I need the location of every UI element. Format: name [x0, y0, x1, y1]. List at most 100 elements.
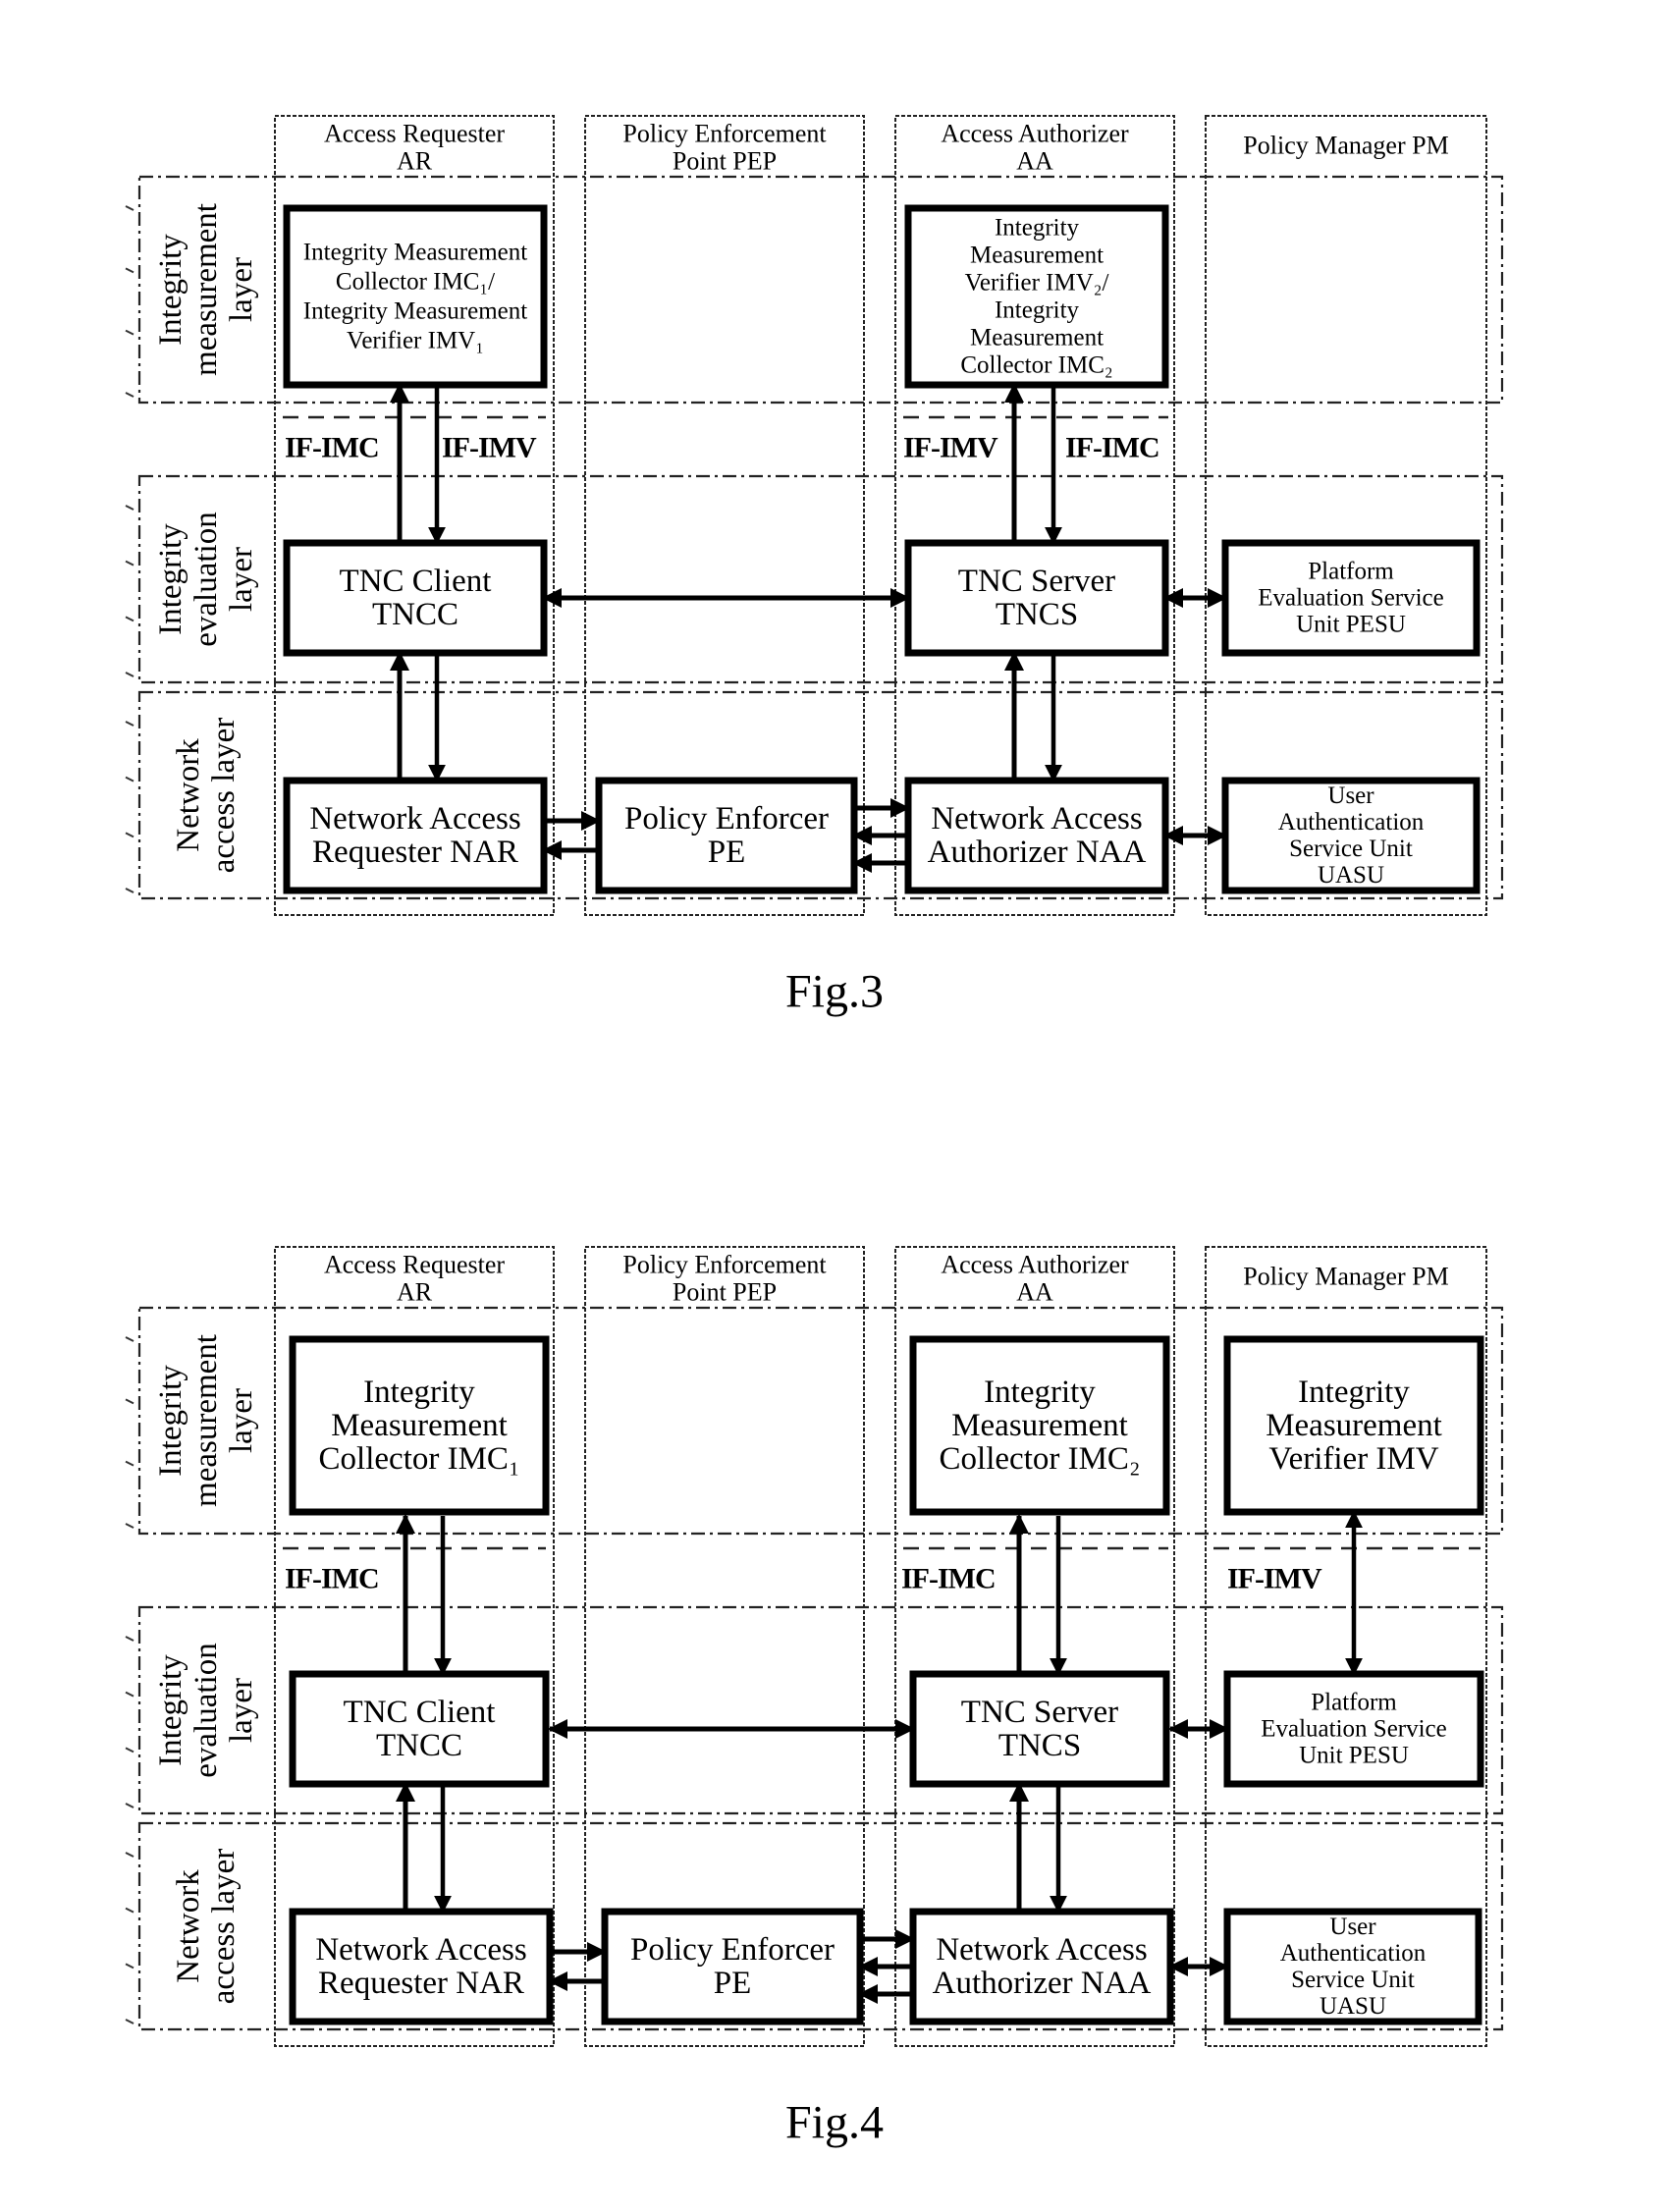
box-imc1-imv1-frame — [283, 204, 548, 389]
box-tncc[interactable]: TNC ClientTNCC — [283, 539, 548, 657]
column-title-ar-line: Access Requester — [324, 120, 505, 148]
column-title-aa-line: Access Authorizer — [941, 1251, 1129, 1279]
box-pesu[interactable]: PlatformEvaluation ServiceUnit PESU — [1223, 1670, 1484, 1788]
box-tncc-label-line: TNC Client — [344, 1695, 496, 1730]
box-nar-label: Network AccessRequester NAR — [315, 1932, 526, 2001]
box-imc1-imv1-label-line: Verifier IMV₁ — [347, 328, 484, 354]
box-pesu-label-line: Unit PESU — [1299, 1743, 1409, 1769]
box-imc2[interactable]: IntegrityMeasurementCollector IMC₂ — [909, 1335, 1170, 1516]
box-naa[interactable]: Network AccessAuthorizer NAA — [904, 777, 1169, 894]
box-nar[interactable]: Network AccessRequester NAR — [283, 777, 548, 894]
box-uasu-label-line: UASU — [1318, 862, 1384, 889]
box-imc1-imv1-label-line: Collector IMC₁/ — [336, 269, 495, 296]
box-naa[interactable]: Network AccessAuthorizer NAA — [909, 1908, 1174, 2025]
margin-tick — [125, 1398, 135, 1405]
column-title-aa: Access AuthorizerAA — [941, 1251, 1129, 1307]
layer-label-evaluation-line: layer — [224, 1678, 259, 1743]
box-uasu-label-line: User — [1329, 1914, 1376, 1940]
box-imc1-label-line: Integrity — [363, 1375, 475, 1410]
interface-label-if-imv-ar: IF-IMV — [442, 432, 537, 464]
margin-tick — [125, 205, 135, 211]
box-pe-label-line: PE — [708, 835, 746, 870]
box-tncs-label-line: TNCS — [996, 597, 1078, 632]
box-imc2-label-line: Collector IMC₂ — [940, 1441, 1141, 1477]
box-imv-label-line: Verifier IMV — [1268, 1441, 1438, 1477]
box-naa-label-line: Network Access — [931, 801, 1142, 836]
box-nar[interactable]: Network AccessRequester NAR — [289, 1908, 554, 2025]
column-title-pep-line: Policy Enforcement — [622, 120, 827, 148]
column-title-pm-line: Policy Manager PM — [1243, 132, 1448, 160]
column-title-pm: Policy Manager PM — [1243, 1263, 1448, 1291]
box-tncc[interactable]: TNC ClientTNCC — [289, 1670, 550, 1788]
box-uasu-label-line: Authentication — [1278, 809, 1425, 836]
box-imv[interactable]: IntegrityMeasurementVerifier IMV — [1223, 1335, 1484, 1516]
margin-tick — [125, 1636, 135, 1642]
figure-3: Access RequesterAR Policy EnforcementPoin… — [125, 115, 1504, 1018]
box-naa-label-line: Network Access — [936, 1932, 1147, 1968]
box-imc2-label-line: Integrity — [984, 1375, 1096, 1410]
layer-label-network-line: Network — [171, 1869, 206, 1983]
box-pesu-label-line: Evaluation Service — [1261, 1716, 1447, 1743]
margin-tick — [125, 1523, 135, 1529]
box-pesu-label-line: Evaluation Service — [1258, 585, 1444, 612]
box-uasu[interactable]: UserAuthenticationService UnitUASU — [1223, 1908, 1482, 2025]
box-tncs-label-line: TNC Server — [961, 1695, 1118, 1730]
layer-label-measurement-line: measurement — [189, 1334, 224, 1507]
box-imv2-imc2[interactable]: IntegrityMeasurementVerifier IMV₂/Integr… — [904, 204, 1169, 389]
column-title-ar-line: AR — [397, 147, 433, 176]
interface-label-if-imc-aa: IF-IMC — [1065, 432, 1159, 464]
box-imc1-imv1[interactable]: Integrity MeasurementCollector IMC₁/Inte… — [283, 204, 548, 389]
box-imc1[interactable]: IntegrityMeasurementCollector IMC₁ — [289, 1335, 550, 1516]
margin-tick — [125, 776, 135, 782]
box-imc1-imv1-label-line: Integrity Measurement — [303, 240, 527, 266]
column-title-pm: Policy Manager PM — [1243, 132, 1448, 160]
box-pe[interactable]: Policy EnforcerPE — [601, 1908, 864, 2025]
column-title-aa-line: AA — [1016, 147, 1053, 176]
margin-tick — [125, 1963, 135, 1969]
margin-tick — [125, 392, 135, 398]
interface-label-if-imc-aa: IF-IMC — [901, 1563, 996, 1595]
margin-tick — [125, 1852, 135, 1858]
box-tncs[interactable]: TNC ServerTNCS — [909, 1670, 1170, 1788]
box-naa-label-line: Authorizer NAA — [928, 835, 1147, 870]
interface-label-if-imv-pm: IF-IMV — [1227, 1563, 1322, 1595]
box-pesu[interactable]: PlatformEvaluation ServiceUnit PESU — [1221, 539, 1481, 657]
box-nar-label-line: Network Access — [315, 1932, 526, 1968]
column-title-pep-line: Policy Enforcement — [622, 1251, 827, 1279]
box-imc1-imv1-label-line: Integrity Measurement — [303, 298, 527, 325]
layer-label-evaluation-line: Integrity — [153, 523, 189, 635]
box-pesu-label-line: Unit PESU — [1296, 612, 1406, 638]
box-imv-label-line: Integrity — [1298, 1375, 1410, 1410]
layer-label-evaluation: Integrity evaluation layer — [153, 1643, 259, 1777]
box-uasu[interactable]: UserAuthenticationService UnitUASU — [1221, 777, 1481, 894]
box-imv2-imc2-label-line: Measurement — [970, 325, 1104, 351]
layer-label-network: Network access layer — [171, 1849, 242, 2004]
layer-label-evaluation-line: Integrity — [153, 1654, 189, 1766]
layer-label-network-line: access layer — [206, 1849, 242, 2004]
box-imc2-label-line: Measurement — [951, 1408, 1128, 1443]
box-uasu-label-line: UASU — [1320, 1993, 1386, 2020]
column-title-aa-line: AA — [1016, 1278, 1053, 1307]
layer-label-network-line: access layer — [206, 718, 242, 873]
box-imv2-imc2-label-line: Collector IMC₂ — [960, 352, 1112, 379]
margin-tick — [125, 888, 135, 893]
margin-tick — [125, 672, 135, 677]
column-title-pep: Policy EnforcementPoint PEP — [622, 120, 827, 176]
box-uasu-label-line: Service Unit — [1291, 1967, 1415, 1993]
margin-tick — [125, 1336, 135, 1342]
column-title-aa: Access AuthorizerAA — [941, 120, 1129, 176]
patent-drawing-sheet: Access RequesterARPolicy EnforcementPoin… — [125, 115, 1504, 2149]
column-title-ar-line: Access Requester — [324, 1251, 505, 1279]
margin-tick — [125, 1460, 135, 1467]
interface-label-if-imc-ar: IF-IMC — [285, 1563, 379, 1595]
margin-tick — [125, 1691, 135, 1698]
box-pe-label-line: PE — [714, 1966, 752, 2001]
column-title-pep-line: Point PEP — [673, 1278, 777, 1307]
box-pe[interactable]: Policy EnforcerPE — [595, 777, 858, 894]
box-naa-label: Network AccessAuthorizer NAA — [933, 1932, 1152, 2001]
margin-tick — [125, 560, 135, 566]
box-tncs[interactable]: TNC ServerTNCS — [904, 539, 1169, 657]
box-imc1-label-line: Measurement — [331, 1408, 508, 1443]
margin-tick — [125, 267, 135, 274]
box-tncs-label-line: TNC Server — [958, 564, 1115, 599]
